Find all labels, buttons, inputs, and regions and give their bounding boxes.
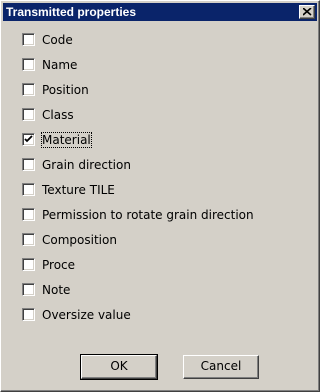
ok-button[interactable]: OK — [80, 354, 158, 380]
option-code[interactable]: Code — [22, 32, 312, 48]
checkbox-permission-rotate-grain[interactable] — [22, 208, 35, 221]
option-label: Oversize value — [42, 308, 131, 322]
option-label: Permission to rotate grain direction — [42, 208, 254, 222]
cancel-button[interactable]: Cancel — [183, 355, 259, 379]
option-label: Note — [42, 283, 71, 297]
option-label: Class — [42, 108, 74, 122]
option-material[interactable]: Material — [22, 132, 312, 148]
option-class[interactable]: Class — [22, 107, 312, 123]
option-oversize-value[interactable]: Oversize value — [22, 307, 312, 323]
checkbox-position[interactable] — [22, 83, 35, 96]
option-grain-direction[interactable]: Grain direction — [22, 157, 312, 173]
option-label: Texture TILE — [42, 183, 115, 197]
option-note[interactable]: Note — [22, 282, 312, 298]
option-texture-tile[interactable]: Texture TILE — [22, 182, 312, 198]
option-label: Position — [42, 83, 89, 97]
checkbox-oversize-value[interactable] — [22, 308, 35, 321]
checkbox-note[interactable] — [22, 283, 35, 296]
checkbox-code[interactable] — [22, 33, 35, 46]
checkbox-grain-direction[interactable] — [22, 158, 35, 171]
option-label: Code — [42, 33, 73, 47]
close-button[interactable] — [299, 5, 315, 19]
option-proce[interactable]: Proce — [22, 257, 312, 273]
option-label: Grain direction — [42, 158, 131, 172]
titlebar[interactable]: Transmitted properties — [3, 3, 317, 21]
checkmark-icon — [24, 135, 33, 143]
checkbox-proce[interactable] — [22, 258, 35, 271]
checkbox-material[interactable] — [22, 133, 35, 146]
option-permission-rotate-grain[interactable]: Permission to rotate grain direction — [22, 207, 312, 223]
option-label: Composition — [42, 233, 117, 247]
checkbox-name[interactable] — [22, 58, 35, 71]
close-icon — [303, 8, 312, 16]
option-name[interactable]: Name — [22, 57, 312, 73]
transmitted-properties-dialog: Transmitted properties Code Name Positio… — [0, 0, 320, 392]
option-composition[interactable]: Composition — [22, 232, 312, 248]
checkbox-texture-tile[interactable] — [22, 183, 35, 196]
option-position[interactable]: Position — [22, 82, 312, 98]
checkbox-composition[interactable] — [22, 233, 35, 246]
option-label: Material — [41, 132, 92, 148]
option-label: Proce — [42, 258, 76, 272]
checkbox-class[interactable] — [22, 108, 35, 121]
option-label: Name — [42, 58, 78, 72]
window-title: Transmitted properties — [6, 5, 137, 19]
